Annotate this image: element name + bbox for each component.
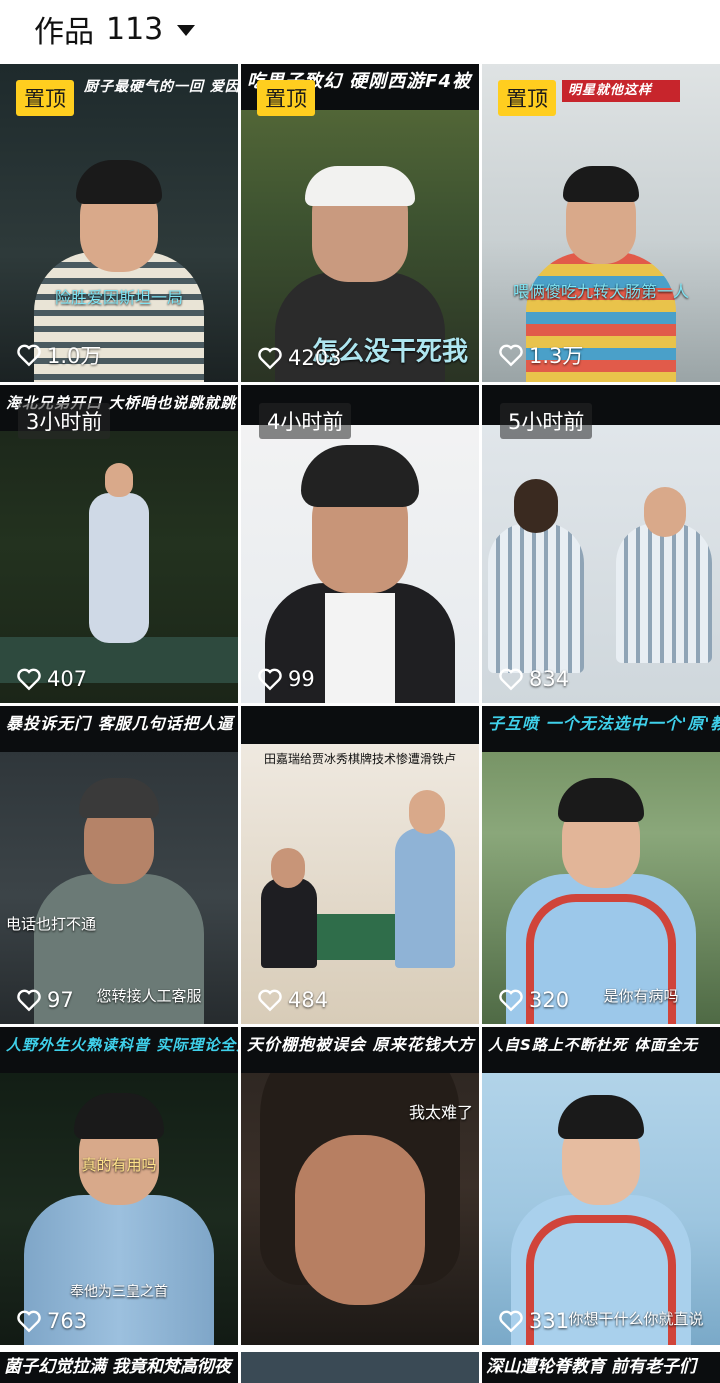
like-count: 484 <box>257 988 328 1012</box>
like-count: 99 <box>257 667 315 691</box>
video-tile[interactable]: 5小时前 834 <box>482 385 720 703</box>
heart-icon <box>499 668 523 691</box>
like-count: 763 <box>16 1309 87 1333</box>
heart-icon <box>17 668 41 691</box>
works-title: 作品 <box>34 15 94 50</box>
like-count: 4203 <box>257 346 341 370</box>
video-caption: 电话也打不通 <box>6 915 97 933</box>
video-tile[interactable]: 4小时前 99 <box>241 385 479 703</box>
works-count: 113 <box>106 11 164 47</box>
video-caption: 喂俩傻吃九转大肠第一人 <box>512 282 689 301</box>
video-tile[interactable]: 吃男子致幻 硬刚西游F4被 置顶 怎么没干死我 4203 <box>241 64 479 382</box>
dropdown-caret-icon[interactable] <box>177 24 196 36</box>
video-thumbnail <box>482 706 720 1024</box>
like-count: 1.3万 <box>498 340 583 370</box>
video-caption: 田嘉瑞给贾冰秀棋牌技术惨遭滑铁卢 <box>263 752 456 766</box>
video-caption: 真的有用吗 <box>81 1156 157 1174</box>
video-banner: 明星就他这样 <box>562 80 680 102</box>
video-banner: 天价棚抱被误会 原来花钱大方 <box>241 1027 479 1073</box>
like-count: 97 <box>16 988 74 1012</box>
heart-icon <box>17 344 41 367</box>
video-tile[interactable]: 厨子最硬气的一回 爱因斯坦会炒菜！ 置顶 险胜爱因斯坦一局 1.0万 <box>0 64 238 382</box>
video-thumbnail <box>0 706 238 1024</box>
next-row-preview: 菌子幻觉拉满 我竟和梵高彻夜 深山遭轮脊教育 前有老子们 <box>0 1352 720 1383</box>
video-tile[interactable]: 人自S路上不断杜死 体面全无 你想干什么你就直说 331 <box>482 1027 720 1345</box>
video-tile[interactable]: 人野外生火熟读科普 实际理论全无 真的有用吗 奉他为三皇之首 763 <box>0 1027 238 1345</box>
video-tile[interactable]: 天价棚抱被误会 原来花钱大方 我太难了 <box>241 1027 479 1345</box>
video-banner: 人自S路上不断杜死 体面全无 <box>482 1027 720 1073</box>
video-banner[interactable]: 深山遭轮脊教育 前有老子们 <box>482 1352 720 1383</box>
heart-icon <box>258 668 282 691</box>
video-banner[interactable]: 菌子幻觉拉满 我竟和梵高彻夜 <box>0 1352 238 1383</box>
works-header[interactable]: 作品 113 <box>0 0 720 58</box>
pinned-badge: 置顶 <box>16 80 74 116</box>
pinned-badge: 置顶 <box>498 80 556 116</box>
video-tile[interactable]: 子互喷 一个无法选中一个'原'教 是你有病吗 320 <box>482 706 720 1024</box>
like-count: 834 <box>498 667 569 691</box>
video-tile[interactable]: 海北兄弟开口 大桥咱也说跳就跳 3小时前 407 <box>0 385 238 703</box>
video-tile[interactable]: 田嘉瑞给贾冰秀棋牌技术惨遭滑铁卢 484 <box>241 706 479 1024</box>
heart-icon <box>17 1310 41 1333</box>
pinned-badge: 置顶 <box>257 80 315 116</box>
like-count: 1.0万 <box>16 340 101 370</box>
video-caption: 险胜爱因斯坦一局 <box>54 288 183 307</box>
heart-icon <box>499 989 523 1012</box>
video-banner: 人野外生火熟读科普 实际理论全无 <box>0 1027 238 1073</box>
like-count: 320 <box>498 988 569 1012</box>
time-ago-badge: 3小时前 <box>18 403 111 439</box>
heart-icon <box>499 344 523 367</box>
video-banner[interactable] <box>241 1352 479 1383</box>
heart-icon <box>17 989 41 1012</box>
heart-icon <box>499 1310 523 1333</box>
video-banner: 暴投诉无门 客服几句话把人逼 <box>0 706 238 752</box>
video-caption: 我太难了 <box>408 1103 473 1122</box>
video-grid: 厨子最硬气的一回 爱因斯坦会炒菜！ 置顶 险胜爱因斯坦一局 1.0万 吃男子致幻… <box>0 64 720 1345</box>
video-tile[interactable]: 明星就他这样 置顶 喂俩傻吃九转大肠第一人 1.3万 <box>482 64 720 382</box>
time-ago-badge: 5小时前 <box>500 403 593 439</box>
heart-icon <box>258 347 282 370</box>
heart-icon <box>258 989 282 1012</box>
like-count: 331 <box>498 1309 569 1333</box>
video-banner: 子互喷 一个无法选中一个'原'教 <box>482 706 720 752</box>
like-count: 407 <box>16 667 87 691</box>
video-tile[interactable]: 暴投诉无门 客服几句话把人逼 电话也打不通 您转接人工客服 97 <box>0 706 238 1024</box>
video-caption: 奉他为三皇之首 <box>70 1284 168 1300</box>
video-thumbnail <box>482 1027 720 1345</box>
time-ago-badge: 4小时前 <box>259 403 352 439</box>
video-thumbnail <box>241 1027 479 1345</box>
